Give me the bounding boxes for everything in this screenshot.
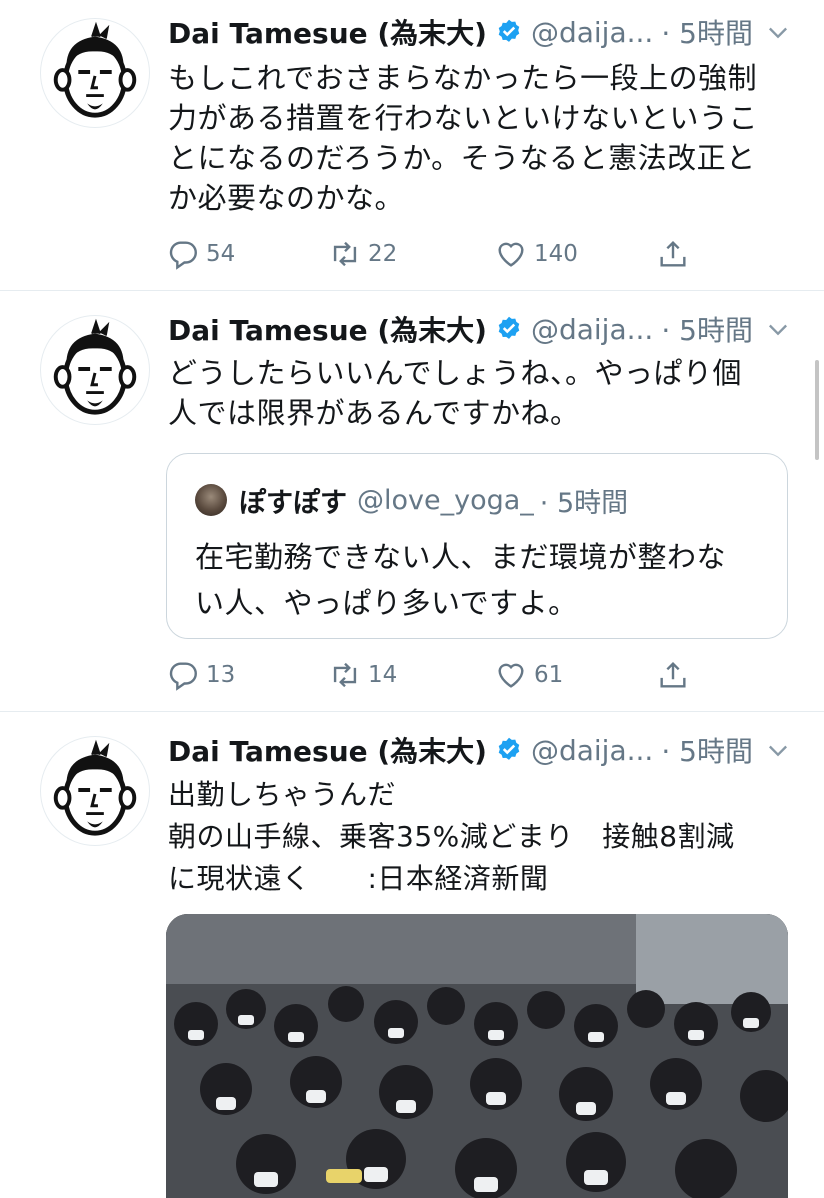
tweet-text-line: 力がある措置を行わないといけないというこ (168, 101, 759, 135)
author-handle[interactable]: @daija... (531, 313, 653, 346)
quoted-text-line: い人、やっぱり多いですよ。 (195, 586, 578, 620)
quoted-tweet-text: 在宅勤務できない人、まだ環境が整わな い人、やっぱり多いですよ。 (195, 534, 765, 626)
reply-count: 54 (206, 241, 236, 267)
avatar-face-icon (53, 21, 137, 118)
quoted-tweet-header: ぽすぽす @love_yoga_ · 5時間 (195, 482, 629, 519)
tweet-actions: 13 14 61 (166, 655, 706, 695)
quoted-timestamp: · 5時間 (539, 487, 629, 519)
tweet[interactable]: Dai Tamesue (為末大) @daija... · 5時間 どうしたらい… (0, 291, 824, 711)
tweet-text-line: か必要なのかな。 (168, 181, 405, 215)
retweet-icon (333, 662, 357, 688)
avatar[interactable] (40, 18, 150, 128)
tweet[interactable]: Dai Tamesue (為末大) @daija... · 5時間 もしこれでお… (0, 0, 824, 290)
verified-badge-icon (495, 315, 523, 343)
chevron-down-icon[interactable] (764, 736, 792, 764)
tweet-text-line: 朝の山手線、乗客35%減どまり 接触8割減 (168, 820, 735, 853)
retweet-icon (333, 241, 357, 267)
tweet-text-line: に現状遠く :日本経済新聞 (168, 862, 549, 895)
tweet-text-line: 人では限界があるんですかね。 (168, 396, 580, 430)
like-icon (498, 663, 524, 688)
reply-icon (169, 662, 197, 691)
tweet-header: Dai Tamesue (為末大) @daija... · 5時間 (168, 309, 753, 349)
author-name[interactable]: Dai Tamesue (為末大) (168, 309, 487, 349)
author-name[interactable]: Dai Tamesue (為末大) (168, 730, 487, 770)
tweet-timestamp[interactable]: · 5時間 (661, 309, 753, 349)
share-button[interactable] (656, 234, 696, 274)
like-count: 140 (534, 241, 578, 267)
tweet-text-line: とになるのだろうか。そうなると憲法改正と (168, 141, 756, 175)
author-handle[interactable]: @daija... (531, 734, 653, 767)
reply-icon (169, 241, 197, 270)
share-button[interactable] (656, 655, 696, 695)
tweet-text-line: もしこれでおさまらなかったら一段上の強制 (168, 61, 758, 95)
tweet-timestamp[interactable]: · 5時間 (661, 12, 753, 52)
tweet-media-image[interactable] (166, 914, 788, 1198)
author-handle[interactable]: @daija... (531, 16, 653, 49)
like-count: 61 (534, 662, 564, 688)
scrollbar[interactable] (815, 360, 819, 460)
share-icon (660, 661, 686, 688)
avatar[interactable] (40, 736, 150, 846)
like-button[interactable]: 61 (494, 655, 563, 695)
tweet-actions: 54 22 140 (166, 234, 706, 274)
like-icon (498, 242, 524, 267)
tweet-header: Dai Tamesue (為末大) @daija... · 5時間 (168, 730, 753, 770)
tweet-text: 出勤しちゃうんだ 朝の山手線、乗客35%減どまり 接触8割減 に現状遠く :日本… (168, 774, 778, 900)
retweet-button[interactable]: 22 (328, 234, 397, 274)
avatar[interactable] (40, 315, 150, 425)
avatar-face-icon (53, 318, 137, 415)
tweet-text: もしこれでおさまらなかったら一段上の強制 力がある措置を行わないといけないという… (168, 58, 778, 218)
quoted-author-handle: @love_yoga_ (357, 484, 534, 516)
reply-count: 13 (206, 662, 236, 688)
verified-badge-icon (495, 736, 523, 764)
reply-button[interactable]: 13 (166, 655, 235, 695)
quoted-text-line: 在宅勤務できない人、まだ環境が整わな (195, 540, 727, 574)
quoted-author-name: ぽすぽす (239, 487, 347, 519)
retweet-count: 22 (368, 241, 398, 267)
retweet-button[interactable]: 14 (328, 655, 397, 695)
verified-badge-icon (495, 18, 523, 46)
quoted-tweet[interactable]: ぽすぽす @love_yoga_ · 5時間 在宅勤務できない人、まだ環境が整わ… (166, 453, 788, 639)
tweet-text-line: どうしたらいいんでしょうね、。やっぱり個 (168, 356, 743, 390)
tweet-header: Dai Tamesue (為末大) @daija... · 5時間 (168, 12, 753, 52)
tweet-timestamp[interactable]: · 5時間 (661, 730, 753, 770)
share-icon (660, 240, 686, 267)
author-name[interactable]: Dai Tamesue (為末大) (168, 12, 487, 52)
crowd-photo (166, 914, 788, 1198)
retweet-count: 14 (368, 662, 398, 688)
chevron-down-icon[interactable] (764, 315, 792, 343)
quoted-avatar (195, 484, 227, 516)
chevron-down-icon[interactable] (764, 18, 792, 46)
reply-button[interactable]: 54 (166, 234, 235, 274)
tweet-text: どうしたらいいんでしょうね、。やっぱり個 人では限界があるんですかね。 (168, 353, 778, 433)
like-button[interactable]: 140 (494, 234, 578, 274)
tweet-text-line: 出勤しちゃうんだ (168, 778, 397, 811)
avatar-face-icon (53, 739, 137, 836)
